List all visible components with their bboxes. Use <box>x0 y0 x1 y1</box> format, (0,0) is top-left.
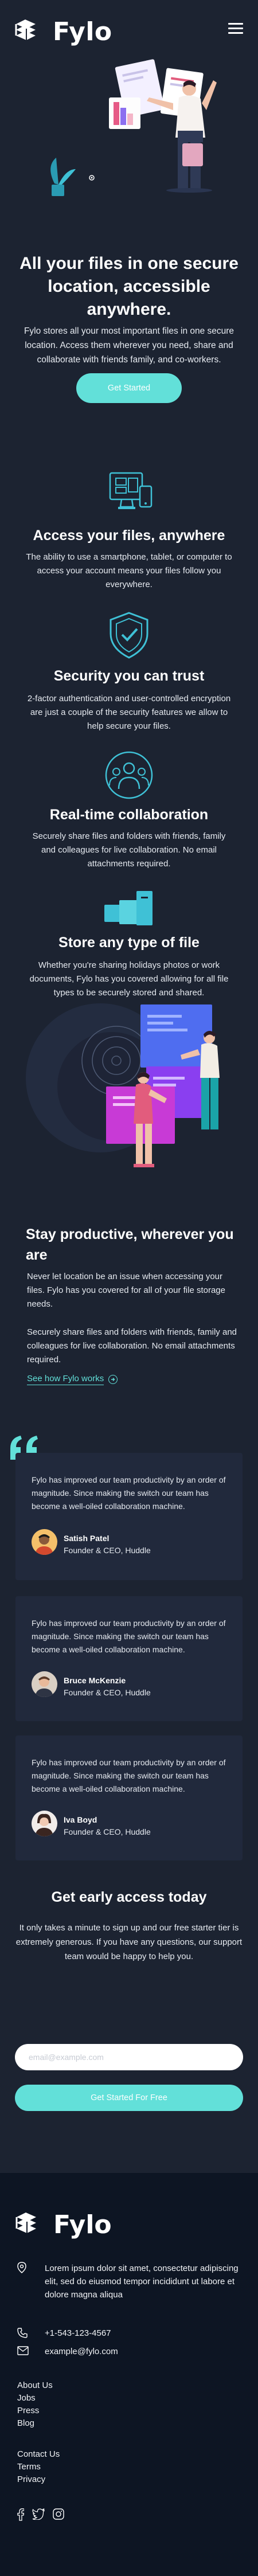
email-address[interactable]: example@fylo.com <box>45 2346 118 2358</box>
footer-link-press[interactable]: Press <box>17 2405 53 2417</box>
access-text: It only takes a minute to sign up and ou… <box>15 1923 243 1961</box>
phone-number[interactable]: +1-543-123-4567 <box>45 2328 111 2341</box>
feature-title: Real-time collaboration <box>49 807 209 823</box>
footer-link-jobs[interactable]: Jobs <box>17 2392 53 2405</box>
feature-text: The ability to use a smartphone, tablet,… <box>26 552 232 589</box>
address-text: Lorem ipsum dolor sit amet, consectetur … <box>45 2264 239 2300</box>
fylo-logo-icon <box>14 18 46 45</box>
location-pin-icon <box>17 2262 30 2301</box>
testimonial-card: Fylo has improved our team productivity … <box>15 1735 243 1860</box>
instagram-icon[interactable] <box>53 2508 64 2524</box>
testimonial-name: Bruce McKenzie <box>64 1676 126 1685</box>
see-how-fylo-works-link[interactable]: See how Fylo works <box>27 1374 118 1385</box>
feature-title: Access your files, anywhere <box>33 527 225 544</box>
brand-name: Fylo <box>53 2210 112 2239</box>
footer-link-privacy[interactable]: Privacy <box>17 2473 60 2486</box>
files-icon <box>103 889 155 932</box>
footer: Fylo Lorem ipsum dolor sit amet, consect… <box>0 2173 258 2576</box>
feature-collaboration: Real-time collaboration Securely share f… <box>14 751 244 877</box>
feature-text: Securely share files and folders with fr… <box>32 831 226 869</box>
twitter-icon[interactable] <box>32 2508 45 2524</box>
phone-icon <box>17 2328 30 2341</box>
testimonial-card: Fylo has improved our team productivity … <box>15 1596 243 1721</box>
footer-phone: +1-543-123-4567 <box>17 2328 111 2341</box>
hero-text: Fylo stores all your most important file… <box>24 326 234 365</box>
social-links <box>17 2508 64 2524</box>
productive-text: Never let location be an issue when acce… <box>27 1272 225 1309</box>
devices-icon <box>104 470 154 519</box>
footer-link-about[interactable]: About Us <box>17 2379 53 2392</box>
productive-text-2: Securely share files and folders with fr… <box>27 1327 237 1365</box>
footer-link-contact[interactable]: Contact Us <box>17 2448 60 2461</box>
testimonial-card: Fylo has improved our team productivity … <box>15 1453 243 1580</box>
footer-link-blog[interactable]: Blog <box>17 2417 53 2430</box>
access-title: Get early access today <box>51 1889 207 1905</box>
footer-email: example@fylo.com <box>17 2346 118 2358</box>
testimonial-text: Fylo has improved our team productivity … <box>32 1619 226 1654</box>
avatar <box>32 1529 57 1555</box>
testimonial-text: Fylo has improved our team productivity … <box>32 1758 226 1793</box>
link-label: See how Fylo works <box>27 1374 104 1385</box>
testimonial-name: Satish Patel <box>64 1534 110 1543</box>
footer-logo[interactable]: Fylo <box>14 2210 112 2239</box>
get-started-button[interactable]: Get Started <box>76 373 182 403</box>
testimonial-role: Founder & CEO, Huddle <box>64 1688 151 1697</box>
brand-name: Fylo <box>53 17 112 46</box>
hero-title: All your files in one secure location, a… <box>19 254 239 319</box>
feature-security: Security you can trust 2-factor authenti… <box>14 611 244 742</box>
testimonial-role: Founder & CEO, Huddle <box>64 1827 151 1836</box>
hamburger-icon[interactable] <box>228 23 243 34</box>
footer-link-terms[interactable]: Terms <box>17 2461 60 2473</box>
testimonial-name: Iva Boyd <box>64 1815 97 1824</box>
email-input[interactable] <box>15 2044 243 2070</box>
productive-illustration <box>26 992 232 1181</box>
feature-text: 2-factor authentication and user-control… <box>27 694 231 731</box>
testimonial-text: Fylo has improved our team productivity … <box>32 1475 226 1511</box>
footer-links-company: About Us Jobs Press Blog <box>17 2379 53 2430</box>
get-started-free-button[interactable]: Get Started For Free <box>15 2085 243 2111</box>
testimonial-role: Founder & CEO, Huddle <box>64 1546 151 1555</box>
footer-links-support: Contact Us Terms Privacy <box>17 2448 60 2486</box>
feature-title: Store any type of file <box>58 935 200 951</box>
avatar <box>32 1671 57 1697</box>
feature-access: Access your files, anywhere The ability … <box>14 470 244 602</box>
email-icon <box>17 2346 30 2358</box>
shield-check-icon <box>106 611 152 663</box>
productive-title: Stay productive, wherever you are <box>26 1226 234 1263</box>
logo[interactable]: Fylo <box>14 17 112 46</box>
header: Fylo <box>0 0 258 57</box>
feature-title: Security you can trust <box>53 668 205 684</box>
footer-address: Lorem ipsum dolor sit amet, consectetur … <box>17 2262 240 2301</box>
team-icon <box>101 751 157 802</box>
facebook-icon[interactable] <box>17 2508 25 2524</box>
fylo-logo-icon <box>14 2211 46 2238</box>
avatar <box>32 1811 57 1836</box>
arrow-right-icon <box>108 1375 118 1384</box>
hero-illustration <box>23 57 235 241</box>
